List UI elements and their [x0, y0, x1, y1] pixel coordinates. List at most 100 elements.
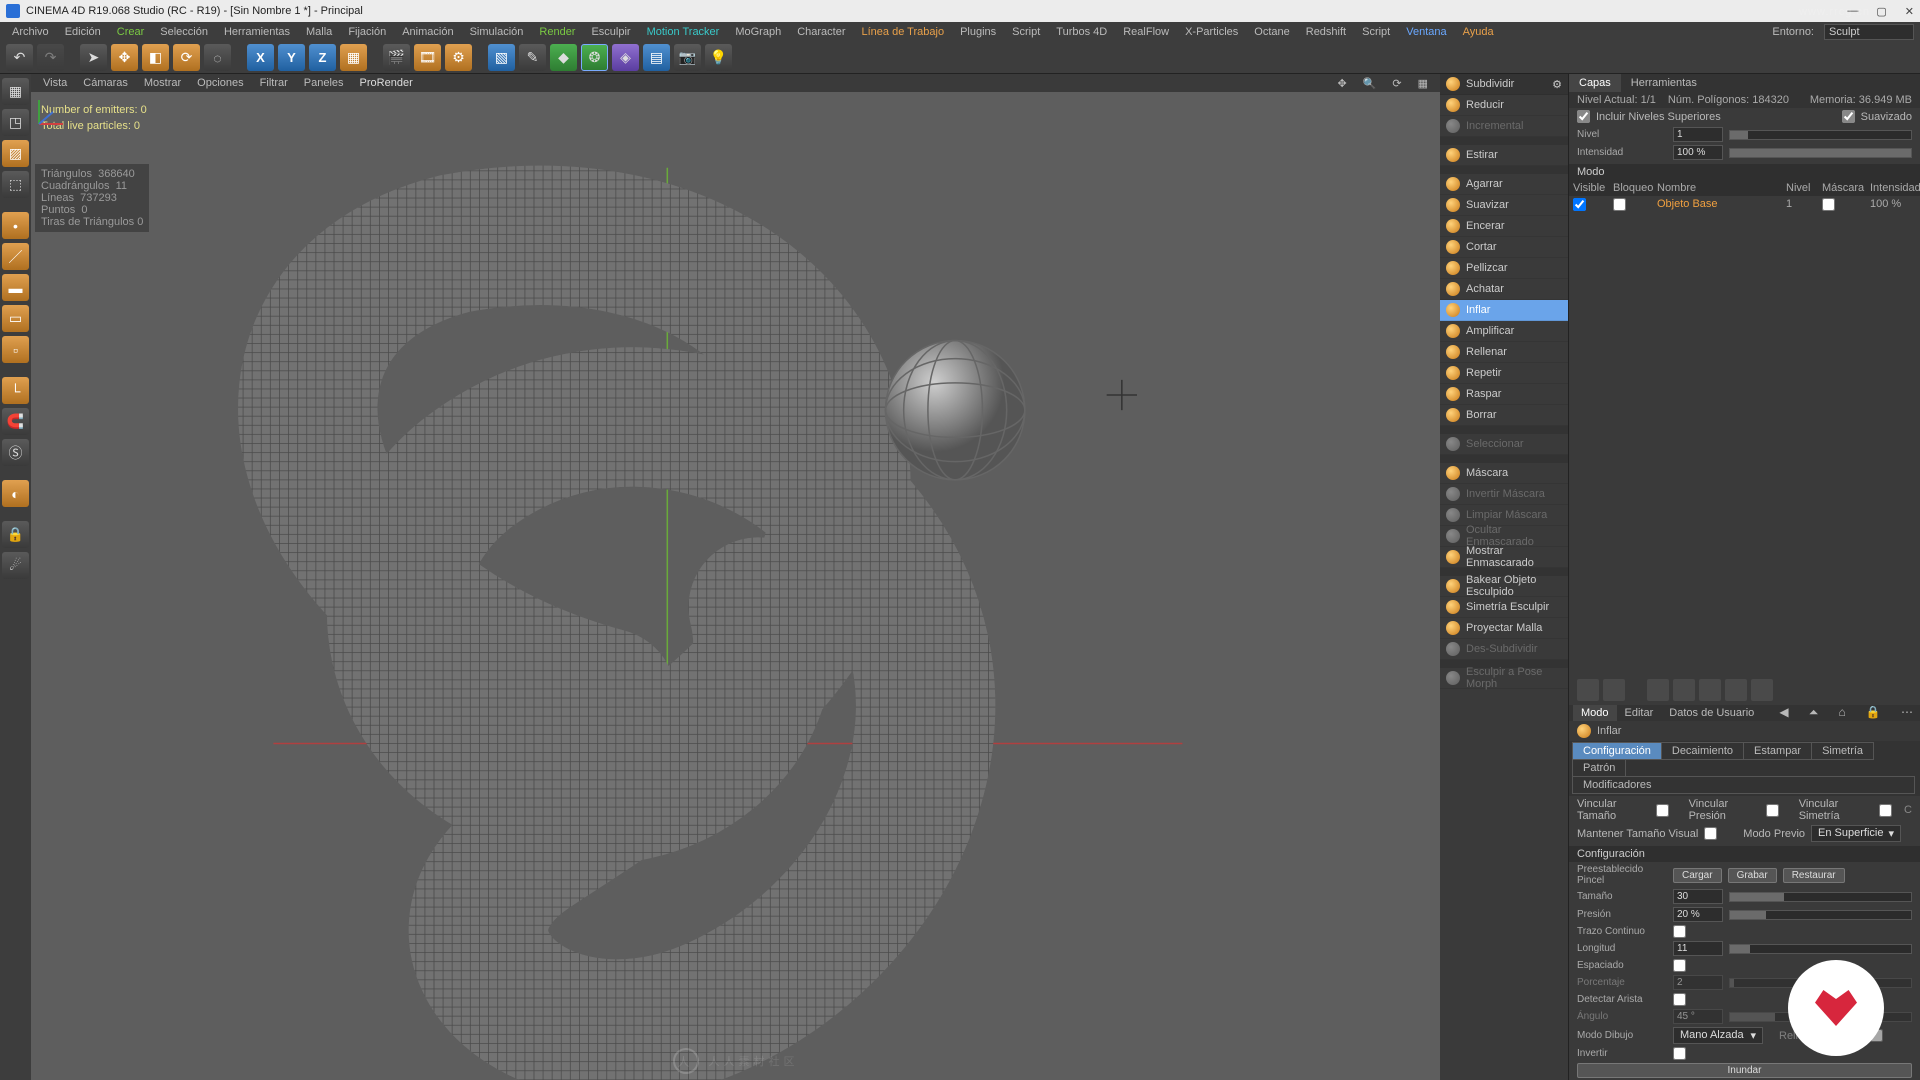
texture-mode-button[interactable]: ▨ [2, 140, 29, 167]
sculpt-agarrar[interactable]: Agarrar [1440, 174, 1568, 195]
atab-datos[interactable]: Datos de Usuario [1661, 705, 1762, 721]
camera-button[interactable]: 📷 [674, 44, 701, 71]
chk-stroke[interactable] [1673, 925, 1686, 938]
axis-z-button[interactable]: Z [309, 44, 336, 71]
stab-mods[interactable]: Modificadores [1572, 776, 1915, 794]
atab-editar[interactable]: Editar [1617, 705, 1662, 721]
vp-pan-icon[interactable]: ✥ [1331, 77, 1352, 90]
vp-filtrar[interactable]: Filtrar [254, 77, 294, 89]
length-slider[interactable] [1729, 944, 1912, 954]
layer-btn-4[interactable] [1673, 679, 1695, 701]
sculpt-cortar[interactable]: Cortar [1440, 237, 1568, 258]
sculpt-repetir[interactable]: Repetir [1440, 363, 1568, 384]
press-slider[interactable] [1729, 910, 1912, 920]
grid-button[interactable]: ▤ [643, 44, 670, 71]
attr-up[interactable]: ⏶ [1806, 705, 1822, 721]
btn-grabar[interactable]: Grabar [1728, 868, 1777, 883]
angle-input[interactable] [1673, 1009, 1723, 1024]
menu-crear[interactable]: Crear [111, 26, 151, 38]
sculpt-rellenar[interactable]: Rellenar [1440, 342, 1568, 363]
menu-redshift[interactable]: Redshift [1300, 26, 1352, 38]
select-tool[interactable]: ➤ [80, 44, 107, 71]
render-button[interactable]: 🎬 [383, 44, 410, 71]
attr-lock[interactable]: 🔒 [1863, 705, 1884, 721]
chk-link-sym[interactable] [1879, 804, 1892, 817]
light-button[interactable]: 💡 [705, 44, 732, 71]
render-settings-button[interactable]: ⚙ [445, 44, 472, 71]
chk-spacing[interactable] [1673, 959, 1686, 972]
menu-herramientas[interactable]: Herramientas [218, 26, 296, 38]
vp-vista[interactable]: Vista [37, 77, 73, 89]
stab-pattern[interactable]: Patrón [1572, 759, 1626, 777]
chk-invert[interactable] [1673, 1047, 1686, 1060]
attr-menu[interactable]: ⋯ [1898, 705, 1916, 721]
deformer-button[interactable]: ❂ [581, 44, 608, 71]
attr-home[interactable]: ⌂ [1836, 705, 1849, 721]
layer-btn-7[interactable] [1751, 679, 1773, 701]
intensidad-slider[interactable] [1729, 148, 1912, 158]
menu-script[interactable]: Script [1006, 26, 1046, 38]
cube-button[interactable]: ▦ [340, 44, 367, 71]
axis-button[interactable]: └ [2, 377, 29, 404]
menu-edicion[interactable]: Edición [59, 26, 107, 38]
sculpt-mostrar-enmascarado[interactable]: Mostrar Enmascarado [1440, 547, 1568, 568]
btn-restaurar[interactable]: Restaurar [1783, 868, 1845, 883]
row-visible[interactable] [1573, 198, 1586, 211]
menu-plugins[interactable]: Plugins [954, 26, 1002, 38]
vp-camaras[interactable]: Cámaras [77, 77, 134, 89]
menu-archivo[interactable]: Archivo [6, 26, 55, 38]
menu-octane[interactable]: Octane [1248, 26, 1295, 38]
env-dropdown[interactable] [1824, 24, 1914, 40]
sculpt-borrar[interactable]: Borrar [1440, 405, 1568, 426]
axis-y-button[interactable]: Y [278, 44, 305, 71]
axis-gizmo[interactable] [31, 92, 71, 132]
sculpt-bakear-objeto-esculpido[interactable]: Bakear Objeto Esculpido [1440, 576, 1568, 597]
generator-button[interactable]: ◆ [550, 44, 577, 71]
menu-seleccion[interactable]: Selección [154, 26, 214, 38]
uv-poly-button[interactable]: ▭ [2, 305, 29, 332]
gear-icon[interactable]: ⚙ [1552, 78, 1562, 91]
close-button[interactable]: ✕ [1905, 5, 1914, 18]
sculpt-amplificar[interactable]: Amplificar [1440, 321, 1568, 342]
scale-tool[interactable]: ◧ [142, 44, 169, 71]
viewport[interactable]: Number of emitters: 0 Total live particl… [31, 92, 1440, 1080]
magnet-button[interactable]: 🧲 [2, 408, 29, 435]
stab-stamp[interactable]: Estampar [1743, 742, 1812, 760]
chk-suavizado[interactable] [1842, 110, 1855, 123]
undo-button[interactable]: ↶ [6, 44, 33, 71]
stab-config[interactable]: Configuración [1572, 742, 1662, 760]
redo-button[interactable]: ↷ [37, 44, 64, 71]
cloth-mode-button[interactable]: ⬚ [2, 171, 29, 198]
maximize-button[interactable]: ▢ [1876, 5, 1886, 18]
sculpt-proyectar-malla[interactable]: Proyectar Malla [1440, 618, 1568, 639]
atab-modo[interactable]: Modo [1573, 705, 1617, 721]
lock-button[interactable]: 🔒 [2, 521, 29, 548]
sculpt-pellizcar[interactable]: Pellizcar [1440, 258, 1568, 279]
layer-btn-3[interactable] [1647, 679, 1669, 701]
chk-keep-visual[interactable] [1704, 827, 1717, 840]
lasso-tool[interactable]: ◌ [204, 44, 231, 71]
menu-render[interactable]: Render [533, 26, 581, 38]
btn-inundar[interactable]: Inundar [1577, 1063, 1912, 1078]
hair-button[interactable]: ☄ [2, 552, 29, 579]
prim-cube-button[interactable]: ▧ [488, 44, 515, 71]
move-tool[interactable]: ✥ [111, 44, 138, 71]
draw-mode-dropdown[interactable]: Mano Alzada▾ [1673, 1027, 1763, 1044]
length-input[interactable] [1673, 941, 1723, 956]
pen-button[interactable]: ✎ [519, 44, 546, 71]
menu-realflow[interactable]: RealFlow [1117, 26, 1175, 38]
uv-point-button[interactable]: ▫ [2, 336, 29, 363]
size-slider[interactable] [1729, 892, 1912, 902]
menu-linea-trabajo[interactable]: Línea de Trabajo [856, 26, 951, 38]
layer-btn-1[interactable] [1577, 679, 1599, 701]
poly-mode-button[interactable]: ▬ [2, 274, 29, 301]
object-mode-button[interactable]: ◳ [2, 109, 29, 136]
percent-input[interactable] [1673, 975, 1723, 990]
layer-btn-5[interactable] [1699, 679, 1721, 701]
nivel-slider[interactable] [1729, 130, 1912, 140]
snap-button[interactable]: Ⓢ [2, 439, 29, 466]
menu-mograph[interactable]: MoGraph [729, 26, 787, 38]
menu-turbos4d[interactable]: Turbos 4D [1050, 26, 1113, 38]
vp-prorender[interactable]: ProRender [354, 77, 419, 89]
menu-xparticles[interactable]: X-Particles [1179, 26, 1244, 38]
